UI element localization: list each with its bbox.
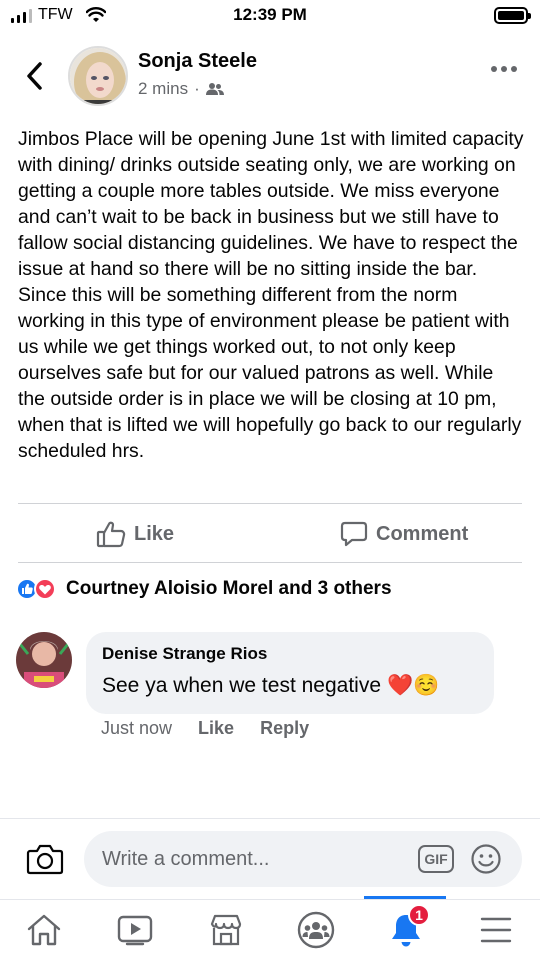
clock: 12:39 PM — [233, 5, 307, 24]
love-reaction-icon — [34, 578, 56, 600]
watch-icon — [117, 915, 153, 946]
friends-icon — [205, 83, 224, 95]
home-icon — [27, 914, 61, 946]
divider — [18, 503, 522, 504]
reactions-summary[interactable]: Courtney Aloisio Morel and 3 others — [16, 578, 392, 600]
comment-reply-button[interactable]: Reply — [260, 718, 309, 739]
like-label: Like — [134, 522, 175, 545]
battery-icon — [494, 7, 531, 24]
nav-groups[interactable] — [294, 910, 338, 950]
groups-icon — [297, 911, 335, 949]
like-button[interactable]: Like — [96, 514, 174, 554]
commenter-avatar[interactable] — [16, 632, 72, 688]
author-avatar[interactable] — [68, 46, 128, 106]
nav-watch[interactable] — [113, 910, 157, 950]
comment-time: Just now — [101, 718, 173, 738]
comment-text-row: See ya when we test negative ❤️☺️ — [102, 674, 478, 698]
emoji-icon[interactable] — [470, 843, 502, 875]
marketplace-icon — [210, 914, 242, 946]
comment-like-button[interactable]: Like — [198, 718, 234, 739]
nav-notifications[interactable]: 1 — [384, 904, 430, 950]
back-arrow-icon[interactable] — [20, 58, 50, 94]
nav-menu[interactable] — [474, 910, 518, 950]
divider — [18, 562, 522, 563]
comment-bubble: Denise Strange Rios See ya when we test … — [86, 632, 494, 714]
reactions-text: Courtney Aloisio Morel and 3 others — [66, 578, 392, 599]
nav-home[interactable] — [22, 910, 66, 950]
comment-button[interactable]: Comment — [340, 514, 468, 554]
post-body: Jimbos Place will be opening June 1st wi… — [18, 128, 524, 462]
notification-badge: 1 — [408, 904, 430, 926]
post-meta: 2 mins · — [138, 79, 224, 99]
post-author[interactable]: Sonja Steele — [138, 50, 257, 73]
comment-icon — [340, 521, 368, 547]
camera-icon[interactable] — [26, 842, 64, 876]
comment-emojis: ❤️☺️ — [387, 674, 440, 697]
status-bar: TFW 12:39 PM — [0, 0, 540, 32]
comment-actions: Just now Like Reply — [101, 718, 309, 739]
comment-author[interactable]: Denise Strange Rios — [102, 644, 478, 664]
menu-icon — [480, 917, 512, 943]
meta-separator: · — [194, 79, 200, 98]
comment-text: See ya when we test negative — [102, 674, 382, 697]
comment-label: Comment — [376, 522, 469, 545]
post-time[interactable]: 2 mins — [138, 79, 188, 99]
comment-box: GIF — [84, 831, 522, 887]
thumbs-up-icon — [96, 521, 126, 548]
bottom-navigation: 1 — [0, 899, 540, 960]
comment-input[interactable] — [102, 831, 402, 887]
nav-marketplace[interactable] — [204, 910, 248, 950]
more-options-icon[interactable] — [490, 64, 518, 74]
gif-button[interactable]: GIF — [418, 845, 454, 873]
